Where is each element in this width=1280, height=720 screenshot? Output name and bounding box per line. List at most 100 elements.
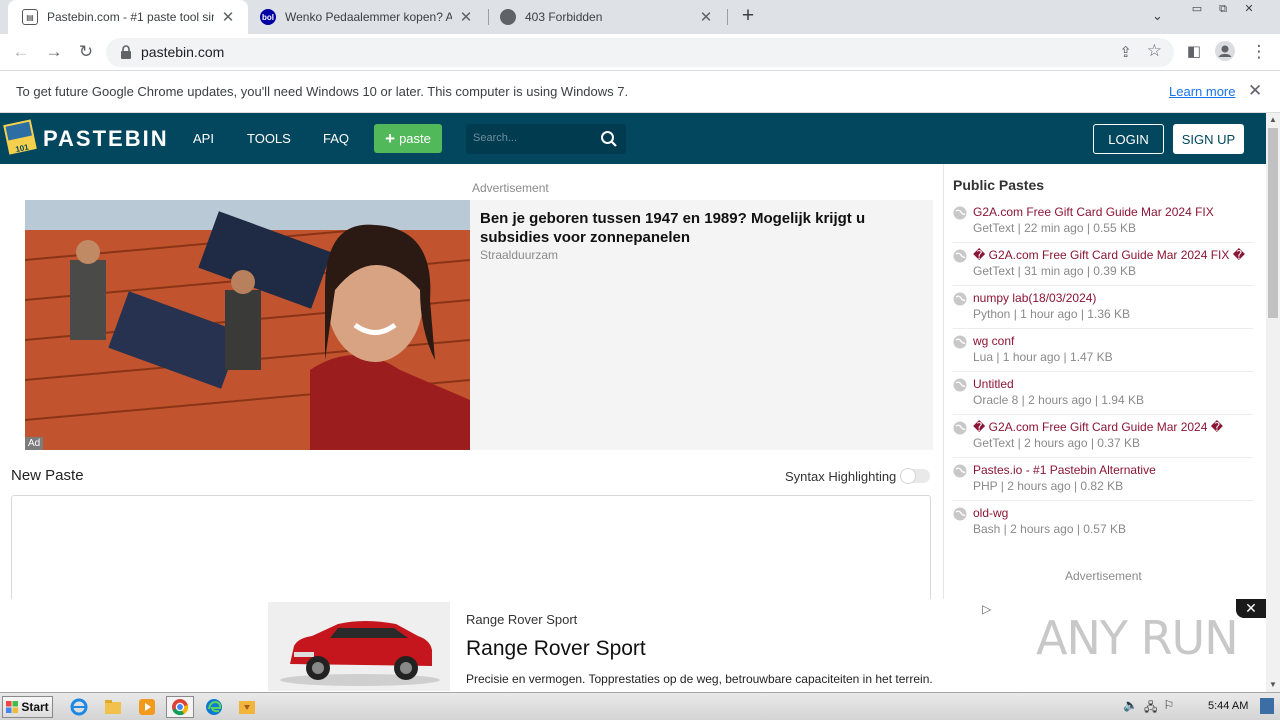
signup-button[interactable]: SIGN UP [1173,124,1244,154]
globe-icon [953,335,967,349]
close-tab-icon[interactable]: ✕ [458,8,474,26]
network-icon[interactable]: 🖧 [1144,698,1157,719]
search-input[interactable]: Search... [466,124,626,154]
public-paste-item[interactable]: old-wg Bash | 2 hours ago | 0.57 KB [953,501,1253,544]
paste-meta: Lua | 1 hour ago | 1.47 KB [973,350,1113,364]
red-suv-graphic [268,602,450,691]
ad-text-panel[interactable]: Ben je geboren tussen 1947 en 1989? Moge… [470,200,933,450]
advertisement-label: Advertisement [472,181,549,195]
syntax-highlighting-label: Syntax Highlighting [785,469,897,484]
public-paste-item[interactable]: wg conf Lua | 1 hour ago | 1.47 KB [953,329,1253,372]
menu-kebab-icon[interactable]: ⋮ [1248,41,1270,63]
speaker-icon[interactable]: 🔈 [1123,698,1138,719]
close-tab-icon[interactable]: ✕ [220,8,236,26]
url-text: pastebin.com [141,44,225,60]
public-paste-item[interactable]: Pastes.io - #1 Pastebin Alternative PHP … [953,458,1253,501]
start-button[interactable]: Start [2,696,53,718]
share-icon[interactable]: ⇪ [1119,43,1132,61]
bottom-overlay-ad[interactable]: Range Rover Sport Range Rover Sport Prec… [0,599,1266,692]
action-center-flag-icon[interactable]: ⚐ [1163,698,1174,719]
forward-icon[interactable]: → [43,41,65,63]
show-desktop-icon[interactable] [1260,698,1274,714]
back-icon[interactable]: ← [10,41,32,63]
paste-meta: PHP | 2 hours ago | 0.82 KB [973,479,1124,493]
paste-name[interactable]: wg conf [973,334,1014,348]
media-player-icon[interactable] [133,696,161,718]
search-icon[interactable] [600,130,618,148]
close-infobar-icon[interactable]: ✕ [1248,81,1262,101]
globe-icon [953,206,967,220]
anyrun-watermark: ANY RUN [1036,611,1239,665]
restore-icon[interactable]: ⧉ [1210,0,1236,18]
public-paste-item[interactable]: numpy lab(18/03/2024) Python | 1 hour ag… [953,286,1253,329]
public-paste-item[interactable]: � G2A.com Free Gift Card Guide Mar 2024 … [953,415,1253,458]
globe-icon [953,464,967,478]
search-placeholder: Search... [473,132,518,144]
paste-name[interactable]: Pastes.io - #1 Pastebin Alternative [973,463,1156,477]
sidebar-advertisement-label: Advertisement [1065,569,1142,583]
public-paste-item[interactable]: G2A.com Free Gift Card Guide Mar 2024 FI… [953,200,1253,243]
downloads-folder-icon[interactable] [233,696,261,718]
minimize-icon[interactable]: ▭ [1184,0,1210,18]
tab-pastebin[interactable]: ▤ Pastebin.com - #1 paste tool since 200… [8,0,248,34]
new-tab-icon[interactable]: + [738,5,758,26]
adchoices-icon[interactable]: ▷ [982,602,991,616]
nav-api[interactable]: API [193,131,214,146]
close-window-icon[interactable]: ✕ [1236,0,1262,18]
public-paste-item[interactable]: � G2A.com Free Gift Card Guide Mar 2024 … [953,243,1253,286]
close-ad-icon[interactable]: ✕ [1236,599,1266,618]
paste-name[interactable]: numpy lab(18/03/2024) [973,291,1096,305]
scroll-down-arrow-icon[interactable]: ▼ [1266,678,1280,692]
nav-tools[interactable]: TOOLS [247,131,291,146]
paste-name[interactable]: G2A.com Free Gift Card Guide Mar 2024 FI… [973,205,1214,219]
range-rover-image[interactable] [268,602,450,691]
side-panel-icon[interactable]: ◧ [1183,41,1205,63]
chrome-taskbar-icon[interactable] [166,696,194,718]
signup-label: SIGN UP [1181,131,1236,147]
profile-avatar-icon[interactable] [1214,41,1236,63]
address-bar[interactable]: pastebin.com ⇪ ☆ [106,38,1174,67]
nav-faq[interactable]: FAQ [323,131,349,146]
paste-meta: GetText | 22 min ago | 0.55 KB [973,221,1136,235]
paste-name[interactable]: Untitled [973,377,1014,391]
windows-logo-icon [6,701,19,713]
tab-separator [727,9,728,25]
tab-403[interactable]: 403 Forbidden ✕ [486,0,726,34]
tab-search-icon[interactable]: ⌄ [1152,8,1163,24]
paste-meta: Oracle 8 | 2 hours ago | 1.94 KB [973,393,1144,407]
paste-meta: Python | 1 hour ago | 1.36 KB [973,307,1131,321]
learn-more-link[interactable]: Learn more [1169,84,1235,99]
paste-name[interactable]: � G2A.com Free Gift Card Guide Mar 2024 … [973,248,1245,262]
toggle-knob [900,468,916,484]
paste-name[interactable]: � G2A.com Free Gift Card Guide Mar 2024 … [973,420,1223,434]
page-scrollbar[interactable]: ▲ ▼ [1266,113,1280,692]
taskbar-clock[interactable]: 5:44 AM [1208,700,1248,712]
bottom-ad-title[interactable]: Range Rover Sport [466,637,646,661]
pastebin-logo-icon[interactable]: 101 [3,118,37,156]
globe-icon [953,249,967,263]
tab-title: Pastebin.com - #1 paste tool since 2002! [47,10,214,24]
syntax-highlighting-toggle[interactable] [900,468,930,484]
scroll-up-arrow-icon[interactable]: ▲ [1266,113,1280,127]
reload-icon[interactable]: ↻ [75,41,97,63]
internet-explorer-icon[interactable] [65,696,93,718]
tab-wenko[interactable]: bol Wenko Pedaalemmer kopen? Alle Pedaal… [246,0,486,34]
tab-title: Wenko Pedaalemmer kopen? Alle Pedaalemme… [285,10,452,24]
plus-icon: + [385,128,396,148]
scrollbar-thumb[interactable] [1268,128,1278,318]
ad-image[interactable]: Ad [25,200,470,450]
update-infobar: To get future Google Chrome updates, you… [0,71,1280,113]
paste-name[interactable]: old-wg [973,506,1008,520]
bottom-ad-description: Precisie en vermogen. Topprestaties op d… [466,672,933,686]
new-paste-button[interactable]: + paste [374,124,442,153]
globe-favicon-icon [500,9,516,25]
file-explorer-icon[interactable] [99,696,127,718]
brand-name[interactable]: PASTEBIN [43,126,169,152]
tab-strip: ▤ Pastebin.com - #1 paste tool since 200… [0,0,1280,34]
globe-icon [953,292,967,306]
close-tab-icon[interactable]: ✕ [698,8,714,26]
edge-icon[interactable] [200,696,228,718]
login-button[interactable]: LOGIN [1093,124,1164,154]
bookmark-star-icon[interactable]: ☆ [1147,41,1162,61]
public-paste-item[interactable]: Untitled Oracle 8 | 2 hours ago | 1.94 K… [953,372,1253,415]
